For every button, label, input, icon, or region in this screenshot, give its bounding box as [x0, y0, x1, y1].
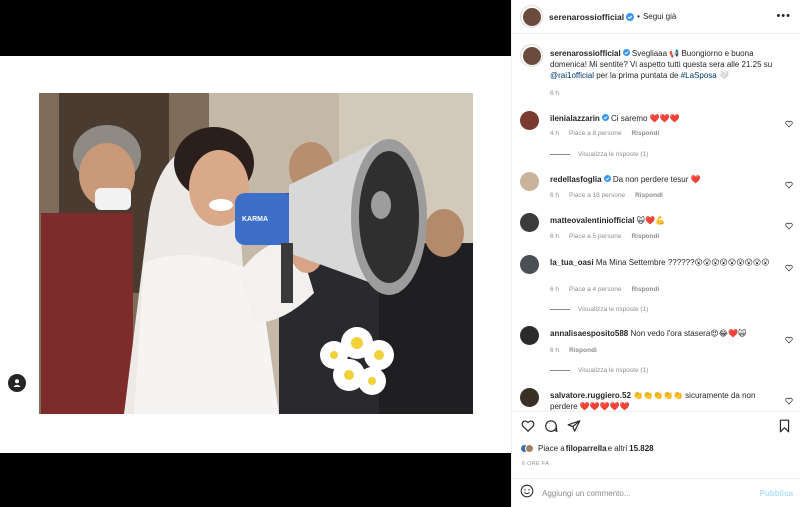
liker-username[interactable]: filoparrella	[566, 444, 607, 453]
more-options-icon[interactable]: •••	[776, 10, 791, 22]
user-tag-icon[interactable]	[8, 374, 26, 392]
comment-time[interactable]: 6 h	[550, 347, 559, 354]
comment-username[interactable]: annalisaesposito588	[550, 329, 628, 338]
likes-count[interactable]: 15.828	[629, 444, 653, 453]
comment-text: la_tua_oasi Ma Mina Settembre ??????😮😮😮😮…	[550, 257, 780, 268]
view-replies-button[interactable]: Visualizza le risposte (1)	[550, 367, 648, 374]
comment-input[interactable]	[542, 488, 742, 498]
avatar[interactable]	[520, 326, 539, 345]
post-image-frame: KARMA	[0, 56, 511, 453]
caption-avatar[interactable]	[520, 44, 543, 67]
verified-badge-icon	[603, 174, 611, 185]
comment-likes[interactable]: Piace a 5 persone	[569, 233, 621, 240]
heart-icon[interactable]	[785, 259, 793, 277]
view-replies-label: Visualizza le risposte (1)	[578, 306, 649, 313]
comment-body: Ci saremo ❤️❤️❤️	[611, 114, 680, 123]
comment-body: 🙀❤️💪	[636, 216, 665, 225]
hashtag-link[interactable]: #LaSposa	[681, 71, 717, 80]
avatar[interactable]	[520, 111, 539, 130]
comment-body: Non vedo l'ora stasera😍😂❤️🙀	[630, 329, 747, 338]
avatar[interactable]	[520, 388, 539, 407]
view-replies-button[interactable]: Visualizza le risposte (1)	[550, 151, 648, 158]
post-caption: serenarossiofficial Svegliaaa 📢 Buongior…	[550, 48, 790, 81]
comment-likes[interactable]: Piace a 18 persone	[569, 192, 625, 199]
avatar[interactable]	[520, 172, 539, 191]
verified-badge-icon	[626, 8, 635, 26]
heart-icon[interactable]	[785, 176, 793, 194]
media-pane: KARMA	[0, 0, 511, 507]
liker-avatars	[520, 444, 534, 453]
reply-button[interactable]: Rispondi	[635, 192, 663, 199]
avatar[interactable]	[520, 255, 539, 274]
avatar[interactable]	[520, 213, 539, 232]
comment-time[interactable]: 6 h	[550, 233, 559, 240]
comment-time[interactable]: 6 h	[550, 192, 559, 199]
reply-button[interactable]: Rispondi	[631, 233, 659, 240]
comment-meta: 6 h Piace a 5 persone Rispondi	[550, 233, 669, 240]
comment-username[interactable]: la_tua_oasi	[550, 258, 594, 267]
heart-icon[interactable]	[785, 331, 793, 349]
view-replies-button[interactable]: Visualizza le risposte (1)	[550, 306, 648, 313]
comment-icon[interactable]	[544, 419, 558, 438]
emoji-icon[interactable]	[520, 484, 534, 503]
author-avatar[interactable]	[520, 5, 543, 28]
following-button[interactable]: Segui già	[643, 12, 676, 21]
verified-badge-icon	[622, 48, 630, 59]
heart-icon[interactable]	[785, 392, 793, 410]
heart-icon[interactable]	[785, 115, 793, 133]
view-replies-label: Visualizza le risposte (1)	[578, 151, 649, 158]
comment-username[interactable]: ilenialazzarin	[550, 114, 600, 123]
post-photo[interactable]: KARMA	[39, 93, 473, 414]
separator-dot: •	[637, 12, 640, 21]
comment-username[interactable]: matteovalentiniofficial	[550, 216, 634, 225]
heart-icon[interactable]	[785, 217, 793, 235]
comment-text: salvatore.ruggiero.52 👏👏👏👏👏 sicuramente …	[550, 390, 780, 411]
comment-meta: 6 h Piace a 4 persone Rispondi	[550, 286, 669, 293]
reply-button[interactable]: Rispondi	[569, 347, 597, 354]
comment-likes[interactable]: Piace a 4 persone	[569, 286, 621, 293]
comment-body: Ma Mina Settembre ??????😮😮😮😮😮😮😮😮😮	[595, 258, 770, 267]
post-timestamp[interactable]: 6 ORE FA	[522, 461, 549, 467]
post-sidebar: serenarossiofficial • Segui già ••• sere…	[511, 0, 800, 507]
caption-username[interactable]: serenarossiofficial	[550, 49, 621, 58]
comment-username[interactable]: salvatore.ruggiero.52	[550, 391, 631, 400]
comment-username[interactable]: redellasfoglia	[550, 175, 602, 184]
share-icon[interactable]	[567, 419, 581, 438]
post-header: serenarossiofficial • Segui già •••	[512, 0, 800, 34]
bookmark-icon[interactable]	[778, 419, 791, 438]
comment-meta: 6 h Rispondi	[550, 347, 607, 354]
verified-badge-icon	[601, 113, 609, 124]
likes-prefix: Piace a	[538, 444, 565, 453]
comment-time[interactable]: 4 h	[550, 130, 559, 137]
comment-text: matteovalentiniofficial 🙀❤️💪	[550, 215, 780, 226]
caption-meta: 6 h	[550, 90, 569, 97]
reply-button[interactable]: Rispondi	[631, 130, 659, 137]
publish-button[interactable]: Pubblica	[760, 489, 793, 498]
add-comment-bar: Pubblica	[512, 478, 800, 507]
heart-icon[interactable]	[521, 419, 535, 438]
comment-body: Da non perdere tesur ❤️	[612, 175, 701, 184]
comment-text: redellasfoglia Da non perdere tesur ❤️	[550, 174, 780, 185]
comments-list[interactable]: serenarossiofficial Svegliaaa 📢 Buongior…	[512, 35, 800, 411]
comment-text: annalisaesposito588 Non vedo l'ora stase…	[550, 328, 780, 339]
likes-suffix: e altri	[607, 444, 628, 453]
reply-button[interactable]: Rispondi	[631, 286, 659, 293]
caption-time[interactable]: 6 h	[550, 90, 559, 97]
megaphone-brand: KARMA	[242, 216, 268, 223]
comment-meta: 4 h Piace a 8 persone Rispondi	[550, 130, 669, 137]
likes-summary[interactable]: Piace a filoparrella e altri 15.828	[520, 444, 654, 453]
action-bar	[512, 411, 800, 439]
comment-text: ilenialazzarin Ci saremo ❤️❤️❤️	[550, 113, 780, 124]
caption-text-2: per la prima puntata de	[594, 71, 681, 81]
comment-meta: 6 h Piace a 18 persone Rispondi	[550, 192, 673, 199]
author-username[interactable]: serenarossiofficial	[549, 12, 624, 22]
caption-text-3: 🤍	[716, 71, 729, 81]
mention-link[interactable]: @rai1official	[550, 71, 594, 80]
view-replies-label: Visualizza le risposte (1)	[578, 367, 649, 374]
comment-likes[interactable]: Piace a 8 persone	[569, 130, 621, 137]
comment-time[interactable]: 6 h	[550, 286, 559, 293]
bride-with-megaphone-image: KARMA	[39, 93, 473, 414]
